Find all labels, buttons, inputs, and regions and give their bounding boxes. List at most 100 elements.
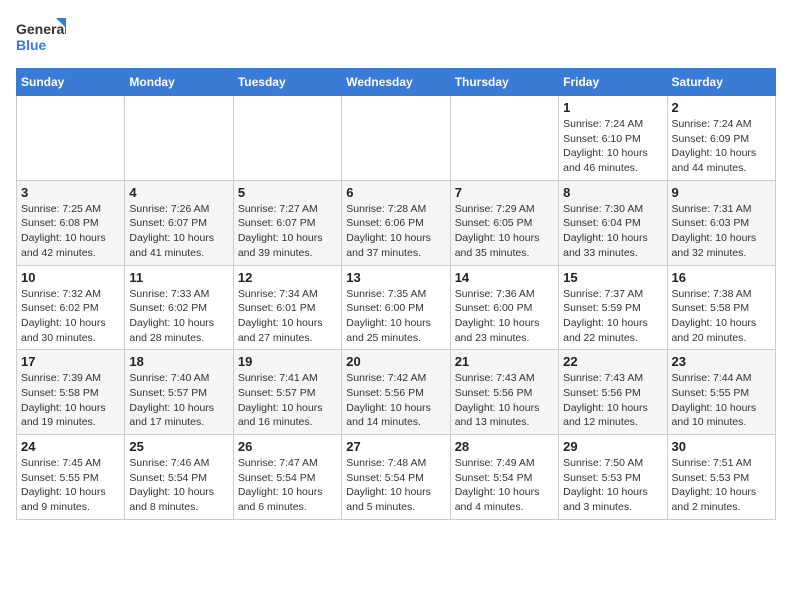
calendar-cell: 8 Sunrise: 7:30 AMSunset: 6:04 PMDaylight… [559,180,667,265]
calendar-cell: 12 Sunrise: 7:34 AMSunset: 6:01 PMDayligh… [233,265,341,350]
logo: General Blue [16,16,66,60]
calendar-cell: 27 Sunrise: 7:48 AMSunset: 5:54 PMDayligh… [342,435,450,520]
calendar-header: SundayMondayTuesdayWednesdayThursdayFrid… [17,69,776,96]
calendar-cell [233,96,341,181]
calendar-day-header: Saturday [667,69,775,96]
day-info: Sunrise: 7:44 AMSunset: 5:55 PMDaylight:… [672,371,771,430]
calendar-cell [17,96,125,181]
calendar-cell: 3 Sunrise: 7:25 AMSunset: 6:08 PMDaylight… [17,180,125,265]
calendar-cell: 19 Sunrise: 7:41 AMSunset: 5:57 PMDayligh… [233,350,341,435]
day-number: 13 [346,270,445,285]
day-number: 14 [455,270,554,285]
day-number: 16 [672,270,771,285]
day-info: Sunrise: 7:35 AMSunset: 6:00 PMDaylight:… [346,287,445,346]
svg-text:Blue: Blue [16,37,47,53]
day-number: 9 [672,185,771,200]
calendar-cell: 9Sunrise: 7:31 AMSunset: 6:03 PMDaylight… [667,180,775,265]
day-number: 25 [129,439,228,454]
svg-text:General: General [16,21,66,37]
day-info: Sunrise: 7:48 AMSunset: 5:54 PMDaylight:… [346,456,445,515]
calendar-cell: 15 Sunrise: 7:37 AMSunset: 5:59 PMDayligh… [559,265,667,350]
logo-svg: General Blue [16,16,66,60]
day-info: Sunrise: 7:41 AMSunset: 5:57 PMDaylight:… [238,371,337,430]
day-number: 7 [455,185,554,200]
calendar-cell: 5 Sunrise: 7:27 AMSunset: 6:07 PMDaylight… [233,180,341,265]
day-info: Sunrise: 7:27 AMSunset: 6:07 PMDaylight:… [238,202,337,261]
calendar-day-header: Friday [559,69,667,96]
day-number: 5 [238,185,337,200]
day-number: 1 [563,100,662,115]
calendar-cell: 16 Sunrise: 7:38 AMSunset: 5:58 PMDayligh… [667,265,775,350]
calendar-cell: 26 Sunrise: 7:47 AMSunset: 5:54 PMDayligh… [233,435,341,520]
day-number: 11 [129,270,228,285]
calendar-day-header: Thursday [450,69,558,96]
day-number: 21 [455,354,554,369]
day-number: 30 [672,439,771,454]
day-info: Sunrise: 7:51 AMSunset: 5:53 PMDaylight:… [672,456,771,515]
day-number: 29 [563,439,662,454]
day-number: 19 [238,354,337,369]
calendar-cell: 21 Sunrise: 7:43 AMSunset: 5:56 PMDayligh… [450,350,558,435]
calendar-cell: 13 Sunrise: 7:35 AMSunset: 6:00 PMDayligh… [342,265,450,350]
day-info: Sunrise: 7:25 AMSunset: 6:08 PMDaylight:… [21,202,120,261]
day-number: 18 [129,354,228,369]
day-number: 28 [455,439,554,454]
day-number: 20 [346,354,445,369]
day-number: 8 [563,185,662,200]
day-info: Sunrise: 7:47 AMSunset: 5:54 PMDaylight:… [238,456,337,515]
day-info: Sunrise: 7:24 AMSunset: 6:10 PMDaylight:… [563,117,662,176]
calendar-cell [450,96,558,181]
page-header: General Blue [16,16,776,60]
calendar-cell: 7 Sunrise: 7:29 AMSunset: 6:05 PMDaylight… [450,180,558,265]
calendar-cell: 30 Sunrise: 7:51 AMSunset: 5:53 PMDayligh… [667,435,775,520]
day-number: 15 [563,270,662,285]
day-number: 22 [563,354,662,369]
calendar-cell: 17 Sunrise: 7:39 AMSunset: 5:58 PMDayligh… [17,350,125,435]
calendar-day-header: Sunday [17,69,125,96]
calendar-cell: 28 Sunrise: 7:49 AMSunset: 5:54 PMDayligh… [450,435,558,520]
day-info: Sunrise: 7:34 AMSunset: 6:01 PMDaylight:… [238,287,337,346]
day-info: Sunrise: 7:45 AMSunset: 5:55 PMDaylight:… [21,456,120,515]
day-info: Sunrise: 7:33 AMSunset: 6:02 PMDaylight:… [129,287,228,346]
calendar-cell: 1 Sunrise: 7:24 AMSunset: 6:10 PMDaylight… [559,96,667,181]
day-info: Sunrise: 7:30 AMSunset: 6:04 PMDaylight:… [563,202,662,261]
calendar-cell [125,96,233,181]
day-info: Sunrise: 7:42 AMSunset: 5:56 PMDaylight:… [346,371,445,430]
calendar-cell: 20 Sunrise: 7:42 AMSunset: 5:56 PMDayligh… [342,350,450,435]
day-info: Sunrise: 7:43 AMSunset: 5:56 PMDaylight:… [455,371,554,430]
calendar-day-header: Tuesday [233,69,341,96]
calendar-day-header: Monday [125,69,233,96]
calendar-cell: 29Sunrise: 7:50 AMSunset: 5:53 PMDayligh… [559,435,667,520]
calendar: SundayMondayTuesdayWednesdayThursdayFrid… [16,68,776,520]
calendar-cell: 11 Sunrise: 7:33 AMSunset: 6:02 PMDayligh… [125,265,233,350]
day-number: 26 [238,439,337,454]
calendar-cell: 14Sunrise: 7:36 AMSunset: 6:00 PMDayligh… [450,265,558,350]
day-info: Sunrise: 7:39 AMSunset: 5:58 PMDaylight:… [21,371,120,430]
day-number: 17 [21,354,120,369]
calendar-day-header: Wednesday [342,69,450,96]
day-number: 23 [672,354,771,369]
day-info: Sunrise: 7:49 AMSunset: 5:54 PMDaylight:… [455,456,554,515]
day-number: 12 [238,270,337,285]
day-number: 6 [346,185,445,200]
day-number: 4 [129,185,228,200]
calendar-cell: 4 Sunrise: 7:26 AMSunset: 6:07 PMDaylight… [125,180,233,265]
calendar-cell: 2 Sunrise: 7:24 AMSunset: 6:09 PMDaylight… [667,96,775,181]
day-number: 2 [672,100,771,115]
day-info: Sunrise: 7:24 AMSunset: 6:09 PMDaylight:… [672,117,771,176]
day-info: Sunrise: 7:38 AMSunset: 5:58 PMDaylight:… [672,287,771,346]
day-info: Sunrise: 7:28 AMSunset: 6:06 PMDaylight:… [346,202,445,261]
day-info: Sunrise: 7:46 AMSunset: 5:54 PMDaylight:… [129,456,228,515]
day-info: Sunrise: 7:37 AMSunset: 5:59 PMDaylight:… [563,287,662,346]
calendar-cell: 22 Sunrise: 7:43 AMSunset: 5:56 PMDayligh… [559,350,667,435]
day-info: Sunrise: 7:43 AMSunset: 5:56 PMDaylight:… [563,371,662,430]
calendar-cell: 6 Sunrise: 7:28 AMSunset: 6:06 PMDaylight… [342,180,450,265]
day-number: 27 [346,439,445,454]
day-number: 10 [21,270,120,285]
day-number: 24 [21,439,120,454]
day-info: Sunrise: 7:29 AMSunset: 6:05 PMDaylight:… [455,202,554,261]
calendar-cell: 18 Sunrise: 7:40 AMSunset: 5:57 PMDayligh… [125,350,233,435]
day-number: 3 [21,185,120,200]
day-info: Sunrise: 7:40 AMSunset: 5:57 PMDaylight:… [129,371,228,430]
day-info: Sunrise: 7:26 AMSunset: 6:07 PMDaylight:… [129,202,228,261]
